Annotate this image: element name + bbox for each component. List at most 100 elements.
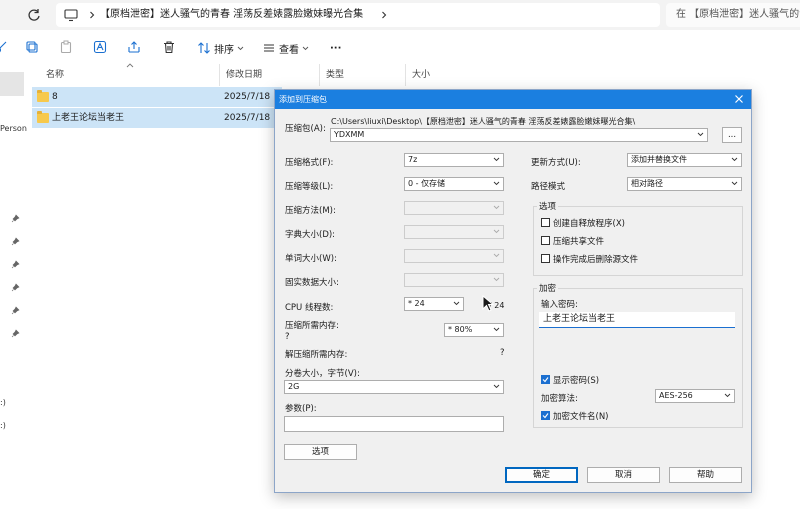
parameters-label: 参数(P): xyxy=(285,404,317,414)
method-select xyxy=(404,201,504,215)
archive-path: C:\Users\liuxi\Desktop\【原档泄密】迷人骚气的青春 淫荡反… xyxy=(331,117,636,126)
ok-button[interactable]: 确定 xyxy=(505,467,578,483)
pin-icon[interactable] xyxy=(11,214,20,223)
format-label: 压缩格式(F): xyxy=(285,158,334,168)
paste-icon[interactable] xyxy=(59,40,73,54)
cancel-button[interactable]: 取消 xyxy=(587,467,660,483)
solid-size-label: 固实数据大小: xyxy=(285,278,339,288)
folder-icon xyxy=(37,90,49,102)
volume-size-value: 2G xyxy=(288,382,300,391)
sfx-checkbox[interactable] xyxy=(541,218,550,227)
chevron-down-icon xyxy=(493,327,500,332)
delete-after-checkbox[interactable] xyxy=(541,254,550,263)
parameters-input[interactable] xyxy=(284,416,504,432)
mouse-cursor-icon xyxy=(482,295,494,312)
dict-size-label: 字典大小(D): xyxy=(285,230,336,240)
monitor-icon xyxy=(64,9,78,22)
pin-icon[interactable] xyxy=(11,306,20,315)
column-size[interactable]: 大小 xyxy=(406,64,466,86)
archive-name-combo[interactable]: YDXMM xyxy=(330,128,708,142)
chevron-down-icon xyxy=(493,157,500,162)
memory-decomp-label: 解压缩所需内存: xyxy=(285,350,348,360)
level-select[interactable]: 0 - 仅存储 xyxy=(404,177,504,191)
path-mode-value: 相对路径 xyxy=(631,179,663,188)
column-header-row: 名称 修改日期 类型 大小 xyxy=(30,63,800,86)
options-button[interactable]: 选项 xyxy=(284,444,357,460)
file-date: 2025/7/18 1 xyxy=(224,113,279,123)
sort-icon xyxy=(198,42,210,54)
pin-icon[interactable] xyxy=(11,283,20,292)
shared-files-label[interactable]: 压缩共享文件 xyxy=(553,235,604,247)
browse-button[interactable]: ... xyxy=(722,127,742,143)
add-to-archive-dialog: 添加到压缩包 压缩包(A): C:\Users\liuxi\Desktop\【原… xyxy=(274,89,752,493)
pin-icon[interactable] xyxy=(11,329,20,338)
column-name[interactable]: 名称 xyxy=(40,64,220,86)
memory-comp-label: 压缩所需内存: xyxy=(285,321,339,331)
cut-icon[interactable] xyxy=(0,40,8,54)
show-password-label[interactable]: 显示密码(S) xyxy=(553,374,599,386)
chevron-down-icon xyxy=(237,46,244,50)
sfx-label[interactable]: 创建自释放程序(X) xyxy=(553,217,625,229)
chevron-down-icon xyxy=(493,181,500,186)
chevron-down-icon xyxy=(493,205,500,210)
file-row[interactable]: 8 2025/7/18 1 xyxy=(32,87,282,107)
pin-icon[interactable] xyxy=(11,260,20,269)
shared-files-checkbox[interactable] xyxy=(541,236,550,245)
nav-drive-text[interactable]: :) xyxy=(0,398,6,407)
search-placeholder: 在 【原档泄密】迷人骚气的青 xyxy=(676,9,800,20)
column-type[interactable]: 类型 xyxy=(320,64,406,86)
encrypt-names-label[interactable]: 加密文件名(N) xyxy=(553,410,609,422)
word-size-select xyxy=(404,249,504,263)
archive-name-value: YDXMM xyxy=(334,130,365,139)
more-button[interactable]: ··· xyxy=(330,40,341,56)
nav-item-selected[interactable] xyxy=(0,72,24,96)
share-icon[interactable] xyxy=(127,40,141,54)
chevron-down-icon xyxy=(302,46,309,50)
memory-percent-select[interactable]: * 80% xyxy=(444,323,504,337)
cpu-threads-select[interactable]: * 24 xyxy=(404,297,464,311)
chevron-down-icon xyxy=(731,157,738,162)
navigation-pane: Person :) :) xyxy=(0,62,27,509)
chevron-down-icon xyxy=(731,181,738,186)
pin-icon[interactable] xyxy=(11,237,20,246)
view-button[interactable]: 查看 xyxy=(262,40,309,56)
cpu-threads-label: CPU 线程数: xyxy=(285,303,334,313)
nav-drive-text[interactable]: :) xyxy=(0,421,6,430)
encrypt-names-checkbox[interactable] xyxy=(541,411,550,420)
level-value: 0 - 仅存储 xyxy=(408,179,446,188)
checkmark-icon xyxy=(542,377,549,383)
path-mode-select[interactable]: 相对路径 xyxy=(627,177,742,191)
sort-button[interactable]: 排序 xyxy=(197,40,244,56)
folder-icon xyxy=(37,111,49,123)
close-icon[interactable] xyxy=(733,93,745,105)
file-row[interactable]: 上老王论坛当老王 2025/7/18 1 xyxy=(32,108,282,128)
password-input[interactable]: 上老王论坛当老王 xyxy=(539,312,735,328)
show-password-checkbox[interactable] xyxy=(541,375,550,384)
rename-icon[interactable] xyxy=(93,40,107,54)
refresh-icon[interactable] xyxy=(26,7,42,23)
delete-after-label[interactable]: 操作完成后删除源文件 xyxy=(553,253,638,265)
delete-icon[interactable] xyxy=(162,40,176,54)
encryption-method-value: AES-256 xyxy=(659,391,693,400)
chevron-right-icon[interactable] xyxy=(88,11,96,19)
copy-icon[interactable] xyxy=(25,40,39,54)
volume-size-combo[interactable]: 2G xyxy=(284,380,504,394)
file-name: 上老王论坛当老王 xyxy=(52,113,125,123)
nav-item-text[interactable]: Person xyxy=(0,124,27,133)
search-input[interactable]: 在 【原档泄密】迷人骚气的青 xyxy=(666,3,800,27)
column-date[interactable]: 修改日期 xyxy=(220,64,320,86)
help-button[interactable]: 帮助 xyxy=(669,467,742,483)
chevron-down-icon xyxy=(493,229,500,234)
word-size-label: 单词大小(W): xyxy=(285,254,337,264)
address-bar[interactable]: 【原档泄密】迷人骚气的青春 淫荡反差婊露脸嫩妹曝光合集 xyxy=(56,3,660,27)
cpu-threads-value: * 24 xyxy=(408,299,425,308)
chevron-right-icon[interactable] xyxy=(380,11,388,19)
format-select[interactable]: 7z xyxy=(404,153,504,167)
chevron-down-icon xyxy=(453,301,460,306)
method-label: 压缩方法(M): xyxy=(285,206,336,216)
address-path-text[interactable]: 【原档泄密】迷人骚气的青春 淫荡反差婊露脸嫩妹曝光合集 xyxy=(100,3,363,27)
dialog-title-bar[interactable]: 添加到压缩包 xyxy=(275,90,751,109)
update-mode-select[interactable]: 添加并替换文件 xyxy=(627,153,742,167)
volume-size-label: 分卷大小，字节(V): xyxy=(285,369,360,379)
encryption-method-select[interactable]: AES-256 xyxy=(655,389,735,403)
